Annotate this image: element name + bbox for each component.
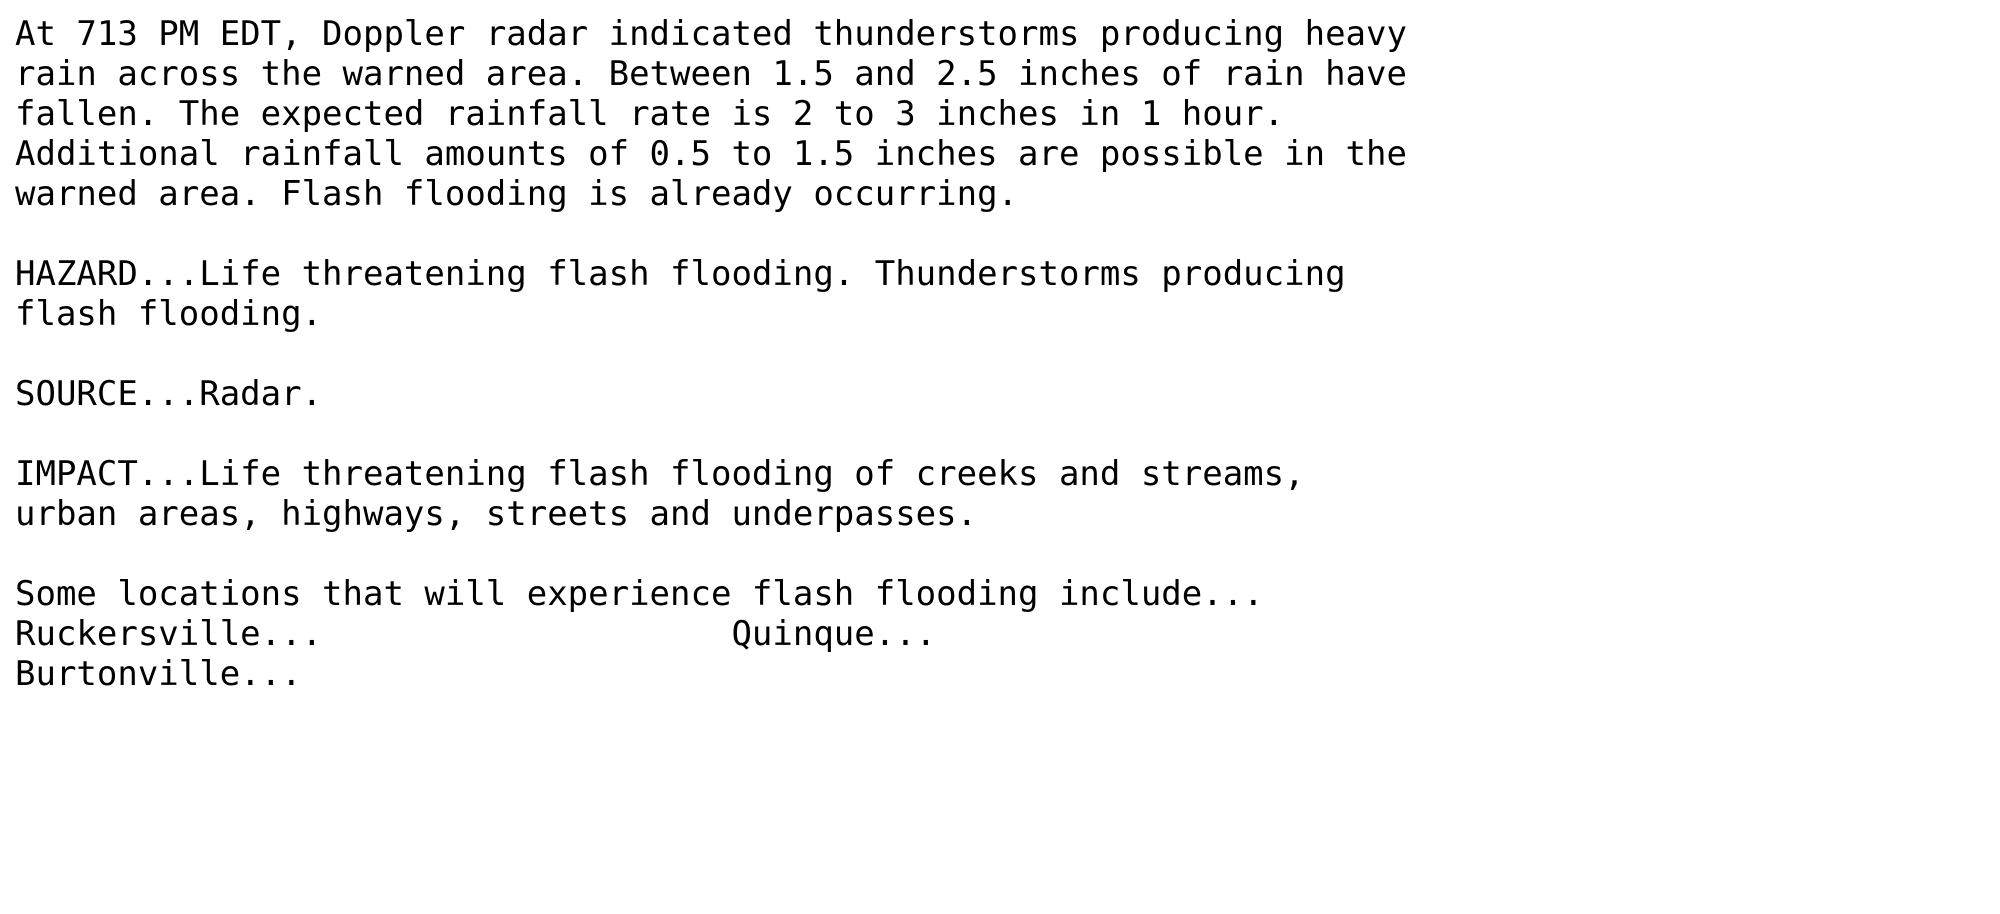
locations-intro-line: Some locations that will experience flas… bbox=[15, 574, 1264, 614]
locations-line: Burtonville... bbox=[15, 654, 302, 694]
locations-line: Ruckersville... Quinque... bbox=[15, 614, 937, 654]
text-line: At 713 PM EDT, Doppler radar indicated t… bbox=[15, 14, 1407, 54]
text-line: warned area. Flash flooding is already o… bbox=[15, 174, 1019, 214]
impact-line-continued: urban areas, highways, streets and under… bbox=[15, 494, 978, 534]
impact-line: IMPACT...Life threatening flash flooding… bbox=[15, 454, 1305, 494]
hazard-line: HAZARD...Life threatening flash flooding… bbox=[15, 254, 1346, 294]
text-line: fallen. The expected rainfall rate is 2 … bbox=[15, 94, 1285, 134]
warning-text-body: At 713 PM EDT, Doppler radar indicated t… bbox=[0, 0, 2000, 914]
hazard-line-continued: flash flooding. bbox=[15, 294, 323, 334]
text-line: Additional rainfall amounts of 0.5 to 1.… bbox=[15, 134, 1407, 174]
text-line: rain across the warned area. Between 1.5… bbox=[15, 54, 1407, 94]
source-line: SOURCE...Radar. bbox=[15, 374, 323, 414]
